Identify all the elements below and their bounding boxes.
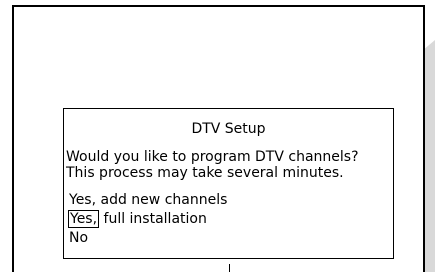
dialog-title: DTV Setup: [191, 121, 266, 137]
bottom-pointer-line: [229, 264, 230, 272]
option-label: full installation: [99, 211, 207, 227]
option-label: No: [69, 230, 89, 246]
option-full-installation[interactable]: Yes, full installation: [68, 210, 227, 229]
option-no[interactable]: No: [69, 229, 227, 248]
message-line-2: This process may take several minutes.: [66, 165, 344, 181]
options-list: Yes, add new channels Yes, full installa…: [68, 191, 227, 248]
option-label: Yes, add new channels: [69, 192, 228, 208]
option-add-new-channels[interactable]: Yes, add new channels: [69, 191, 227, 210]
selection-cursor: Yes,: [68, 210, 100, 228]
dialog-message: Would you like to program DTV channels? …: [66, 149, 359, 181]
dtv-setup-dialog: DTV Setup Would you like to program DTV …: [63, 108, 394, 259]
message-line-1: Would you like to program DTV channels?: [66, 149, 359, 165]
